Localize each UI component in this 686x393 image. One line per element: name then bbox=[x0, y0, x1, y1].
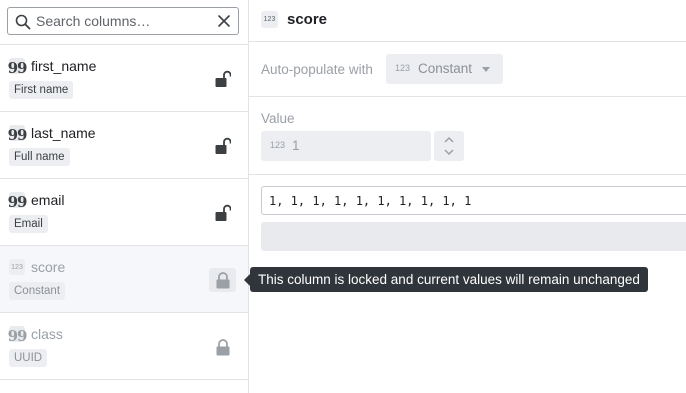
column-type-tag: First name bbox=[9, 81, 74, 99]
value-stepper[interactable] bbox=[434, 131, 464, 161]
unlocked-icon bbox=[215, 137, 231, 154]
number-type-icon: 123 bbox=[395, 63, 411, 73]
detail-header: 123 score bbox=[249, 0, 686, 42]
column-item-email[interactable]: 99 email Email bbox=[0, 179, 248, 246]
autopopulate-value: Constant bbox=[418, 61, 473, 76]
lock-toggle-button[interactable] bbox=[209, 201, 236, 225]
column-type-tag: Full name bbox=[9, 148, 70, 166]
quote-icon: 99 bbox=[7, 58, 27, 77]
number-type-icon: 123 bbox=[270, 140, 286, 150]
values-preview: 1, 1, 1, 1, 1, 1, 1, 1, 1, 1 bbox=[261, 186, 686, 215]
lock-toggle-button[interactable] bbox=[209, 268, 236, 292]
column-name: score bbox=[31, 259, 66, 275]
quote-icon: 99 bbox=[7, 125, 27, 144]
unlocked-icon bbox=[215, 70, 231, 87]
column-item-first-name[interactable]: 99 first_name First name bbox=[0, 45, 248, 112]
column-list: 99 first_name First name 99 last_name Fu… bbox=[0, 44, 248, 380]
column-sidebar: 99 first_name First name 99 last_name Fu… bbox=[0, 0, 249, 393]
lock-tooltip: This column is locked and current values… bbox=[244, 267, 648, 292]
chevron-up-icon[interactable] bbox=[443, 134, 455, 146]
autopopulate-label: Auto-populate with bbox=[261, 62, 373, 77]
lock-toggle-button[interactable] bbox=[209, 134, 236, 158]
column-item-last-name[interactable]: 99 last_name Full name bbox=[0, 112, 248, 179]
preview-bar bbox=[261, 222, 686, 251]
search-box[interactable] bbox=[7, 7, 239, 35]
lock-toggle-button[interactable] bbox=[209, 335, 236, 359]
column-title: score bbox=[287, 11, 328, 28]
preview-text: 1, 1, 1, 1, 1, 1, 1, 1, 1, 1 bbox=[269, 194, 472, 208]
search-input[interactable] bbox=[36, 11, 212, 31]
autopopulate-select[interactable]: 123 Constant bbox=[386, 54, 503, 84]
number-icon: 123 bbox=[9, 259, 25, 275]
column-name: first_name bbox=[31, 58, 97, 74]
chevron-down-icon[interactable] bbox=[443, 146, 455, 158]
quote-icon: 99 bbox=[7, 326, 27, 345]
number-type-icon: 123 bbox=[261, 11, 278, 28]
column-item-class[interactable]: 99 class UUID bbox=[0, 313, 248, 380]
column-detail-panel: 123 score Auto-populate with 123 Constan… bbox=[249, 0, 686, 393]
magnifier-icon bbox=[15, 14, 31, 30]
column-name: email bbox=[31, 192, 65, 208]
lock-toggle-button[interactable] bbox=[209, 67, 236, 91]
lock-icon bbox=[216, 271, 229, 288]
value-text: 1 bbox=[292, 138, 300, 153]
column-name: last_name bbox=[31, 125, 96, 141]
lock-icon bbox=[216, 338, 229, 355]
close-icon[interactable] bbox=[217, 14, 231, 28]
autopopulate-section: Auto-populate with 123 Constant bbox=[249, 42, 686, 97]
column-type-tag: UUID bbox=[9, 349, 48, 367]
chevron-down-icon bbox=[482, 67, 490, 72]
quote-icon: 99 bbox=[7, 192, 27, 211]
column-type-tag: Constant bbox=[9, 282, 66, 300]
value-label: Value bbox=[261, 111, 295, 126]
value-input[interactable]: 123 1 bbox=[261, 131, 431, 161]
value-section: Value 123 1 bbox=[249, 97, 686, 175]
unlocked-icon bbox=[215, 204, 231, 221]
column-item-score[interactable]: 123 score Constant bbox=[0, 246, 248, 313]
column-name: class bbox=[31, 326, 63, 342]
column-type-tag: Email bbox=[9, 215, 48, 233]
